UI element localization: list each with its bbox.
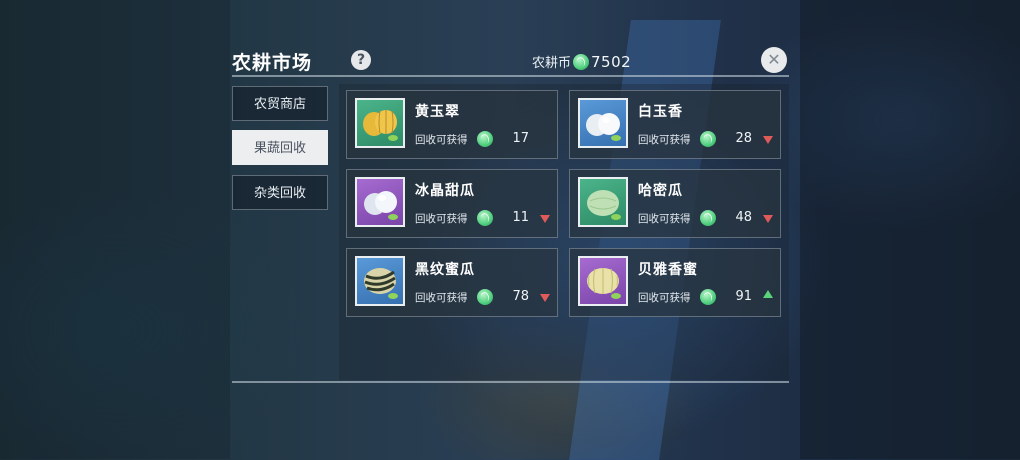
currency-label: 农耕币: [532, 56, 572, 71]
item-name: 黄玉翠: [415, 104, 460, 120]
background-shadow: [0, 0, 230, 459]
item-name: 贝雅香蜜: [638, 262, 698, 278]
coin-icon: [700, 131, 716, 147]
coin-icon: [573, 53, 590, 70]
coin-icon: [700, 210, 716, 226]
coin-icon: [700, 289, 716, 305]
help-button[interactable]: ?: [351, 50, 371, 70]
coin-icon: [477, 289, 493, 305]
reward-value: 28: [735, 131, 752, 146]
reward-label: 回收可获得: [415, 134, 468, 146]
reward-value: 11: [512, 210, 529, 225]
tab-misc-recycle[interactable]: 杂类回收: [232, 175, 328, 210]
item-card[interactable]: 哈密瓜 回收可获得 48: [569, 169, 781, 238]
yellow-melon-icon: [355, 98, 405, 148]
striped-melon-icon: [355, 256, 405, 306]
price-down-icon: [540, 294, 550, 302]
reward-label: 回收可获得: [415, 292, 468, 304]
coin-icon: [477, 210, 493, 226]
item-name: 白玉香: [638, 104, 683, 120]
header-divider: [232, 75, 789, 77]
price-down-icon: [763, 136, 773, 144]
item-card[interactable]: 黄玉翠 回收可获得 17: [346, 90, 558, 159]
reward-value: 48: [735, 210, 752, 225]
item-card[interactable]: 黑纹蜜瓜 回收可获得 78: [346, 248, 558, 317]
tab-farm-shop[interactable]: 农贸商店: [232, 86, 328, 121]
cream-melon-icon: [578, 256, 628, 306]
tab-produce-recycle[interactable]: 果蔬回收: [232, 130, 328, 165]
item-name: 冰晶甜瓜: [415, 183, 475, 199]
coin-icon: [477, 131, 493, 147]
reward-value: 17: [512, 131, 529, 146]
item-card[interactable]: 冰晶甜瓜 回收可获得 11: [346, 169, 558, 238]
reward-label: 回收可获得: [415, 213, 468, 225]
reward-label: 回收可获得: [638, 213, 691, 225]
background-wall: [800, 0, 1020, 459]
currency-display: 农耕币 7502: [532, 52, 632, 72]
reward-value: 91: [735, 289, 752, 304]
ice-melon-icon: [355, 177, 405, 227]
reward-label: 回收可获得: [638, 134, 691, 146]
item-card[interactable]: 贝雅香蜜 回收可获得 91: [569, 248, 781, 317]
white-melon-icon: [578, 98, 628, 148]
currency-value: 7502: [591, 52, 632, 71]
footer-divider: [232, 381, 789, 383]
price-down-icon: [540, 215, 550, 223]
page-title: 农耕市场: [232, 52, 313, 74]
price-down-icon: [763, 215, 773, 223]
price-up-icon: [763, 290, 773, 298]
reward-value: 78: [512, 289, 529, 304]
item-card[interactable]: 白玉香 回收可获得 28: [569, 90, 781, 159]
item-name: 黑纹蜜瓜: [415, 262, 475, 278]
hami-melon-icon: [578, 177, 628, 227]
item-name: 哈密瓜: [638, 183, 683, 199]
reward-label: 回收可获得: [638, 292, 691, 304]
close-button[interactable]: ✕: [761, 47, 787, 73]
